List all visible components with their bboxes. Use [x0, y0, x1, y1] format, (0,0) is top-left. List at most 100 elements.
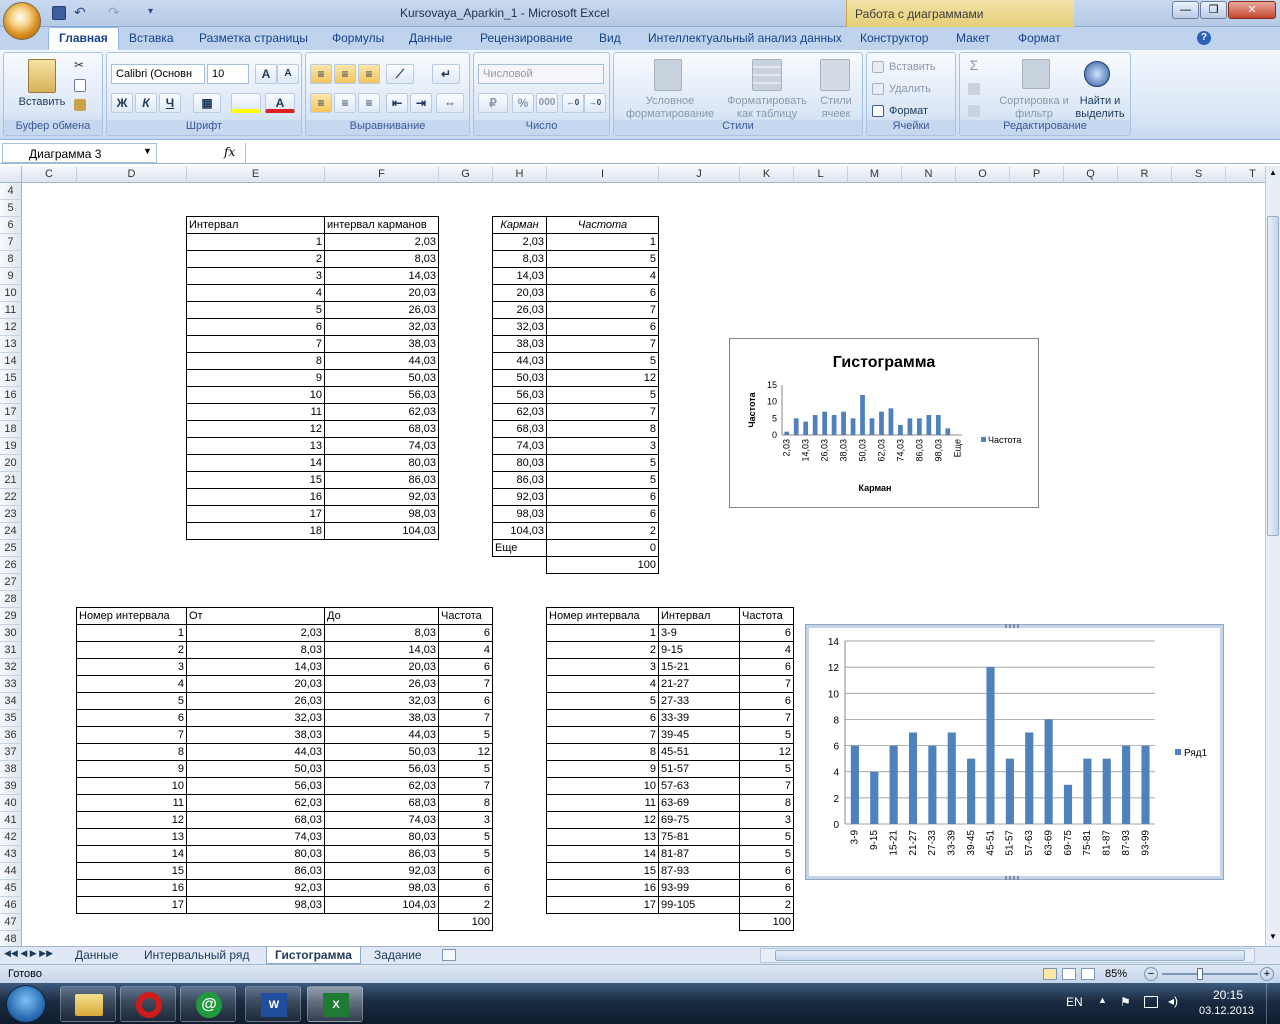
row-header[interactable]: 15 [0, 370, 22, 387]
office-button[interactable] [3, 2, 41, 40]
row-header[interactable]: 41 [0, 812, 22, 829]
close-button[interactable]: ✕ [1228, 1, 1276, 19]
row-header[interactable]: 21 [0, 472, 22, 489]
table4-header[interactable]: Номер интервала [546, 607, 659, 625]
table2-cell[interactable]: 4 [546, 267, 659, 285]
normal-view-icon[interactable] [1043, 968, 1057, 980]
table3-cell[interactable]: 68,03 [186, 811, 325, 829]
table3-cell[interactable]: 56,03 [324, 760, 439, 778]
tab-data[interactable]: Данные [409, 31, 452, 45]
table4-cell[interactable]: 27-33 [658, 692, 740, 710]
table2-cell[interactable]: 62,03 [492, 403, 547, 421]
table2-total[interactable]: 100 [546, 556, 659, 574]
tab-page-layout[interactable]: Разметка страницы [199, 31, 308, 45]
row-header[interactable]: 42 [0, 829, 22, 846]
table2-cell[interactable]: 86,03 [492, 471, 547, 489]
table3-cell[interactable]: 3 [438, 811, 493, 829]
table3-cell[interactable]: 11 [76, 794, 187, 812]
table3-cell[interactable]: 20,03 [324, 658, 439, 676]
table2-cell[interactable]: 8,03 [492, 250, 547, 268]
table1-cell[interactable]: 2 [186, 250, 325, 268]
table4-cell[interactable]: 4 [739, 641, 794, 659]
table3-header[interactable]: Номер интервала [76, 607, 187, 625]
clock-time[interactable]: 20:15 [1213, 988, 1243, 1002]
table3-cell[interactable]: 5 [438, 845, 493, 863]
table3-cell[interactable]: 12 [438, 743, 493, 761]
row-header[interactable]: 48 [0, 931, 22, 946]
table3-cell[interactable]: 62,03 [324, 777, 439, 795]
table1-cell[interactable]: 20,03 [324, 284, 439, 302]
table2-cell[interactable]: Еще [492, 539, 547, 557]
table2-cell[interactable]: 1 [546, 233, 659, 251]
align-top-icon[interactable]: ≡ [310, 64, 332, 84]
tab-format[interactable]: Формат [1018, 31, 1061, 45]
fill-icon[interactable] [968, 83, 980, 95]
scroll-thumb[interactable] [1267, 216, 1279, 536]
taskbar-word[interactable]: W [245, 986, 301, 1022]
table3-cell[interactable]: 7 [438, 709, 493, 727]
table1-cell[interactable]: 8 [186, 352, 325, 370]
worksheet-grid[interactable]: CDEFGHIJKLMNOPQRST 4 5 6 7 8 9 10 11 12 13 14 15 16 1… [0, 166, 1265, 946]
grow-font-button[interactable]: A [255, 64, 277, 84]
table2-cell[interactable]: 0 [546, 539, 659, 557]
table2-cell[interactable]: 3 [546, 437, 659, 455]
table4-cell[interactable]: 45-51 [658, 743, 740, 761]
row-header[interactable]: 45 [0, 880, 22, 897]
table2-cell[interactable]: 6 [546, 488, 659, 506]
row-header[interactable]: 18 [0, 421, 22, 438]
sheet-tab-task[interactable]: Задание [366, 947, 430, 964]
table3-cell[interactable]: 6 [76, 709, 187, 727]
table4-cell[interactable]: 5 [739, 726, 794, 744]
copy-icon[interactable] [74, 79, 86, 92]
table3-cell[interactable]: 7 [76, 726, 187, 744]
paste-icon[interactable] [28, 59, 56, 93]
table3-cell[interactable]: 44,03 [186, 743, 325, 761]
row-header[interactable]: 4 [0, 183, 22, 200]
chevron-down-icon[interactable]: ▼ [143, 146, 152, 156]
row-header[interactable]: 8 [0, 251, 22, 268]
help-icon[interactable]: ? [1197, 31, 1211, 45]
table2-cell[interactable]: 80,03 [492, 454, 547, 472]
table4-cell[interactable]: 8 [546, 743, 659, 761]
row-header[interactable]: 5 [0, 200, 22, 217]
sheet-tab-interval[interactable]: Интервальный ряд [136, 947, 257, 964]
table4-cell[interactable]: 2 [546, 641, 659, 659]
column-header[interactable]: H [493, 166, 547, 183]
row-header[interactable]: 36 [0, 727, 22, 744]
row-header[interactable]: 43 [0, 846, 22, 863]
row-header[interactable]: 22 [0, 489, 22, 506]
column-header[interactable]: P [1010, 166, 1064, 183]
minimize-button[interactable]: — [1172, 1, 1199, 19]
cell-styles-button[interactable]: Стили ячеек [814, 95, 858, 121]
column-header[interactable]: D [77, 166, 187, 183]
row-header[interactable]: 39 [0, 778, 22, 795]
table4-cell[interactable]: 9 [546, 760, 659, 778]
table1-cell[interactable]: 62,03 [324, 403, 439, 421]
table4-cell[interactable]: 51-57 [658, 760, 740, 778]
increase-indent-icon[interactable]: ⇥ [410, 93, 432, 113]
tab-review[interactable]: Рецензирование [480, 31, 573, 45]
table4-cell[interactable]: 3 [739, 811, 794, 829]
table1-cell[interactable]: 16 [186, 488, 325, 506]
shrink-font-button[interactable]: A [277, 64, 299, 84]
table3-cell[interactable]: 15 [76, 862, 187, 880]
number-format-select[interactable]: Числовой [478, 64, 604, 84]
table2-cell[interactable]: 104,03 [492, 522, 547, 540]
horizontal-scrollbar[interactable] [760, 948, 1255, 963]
table1-cell[interactable]: 86,03 [324, 471, 439, 489]
table4-cell[interactable]: 12 [739, 743, 794, 761]
table4-cell[interactable]: 7 [739, 777, 794, 795]
table4-cell[interactable]: 13 [546, 828, 659, 846]
table4-cell[interactable]: 10 [546, 777, 659, 795]
table4-cell[interactable]: 33-39 [658, 709, 740, 727]
table2-cell[interactable]: 98,03 [492, 505, 547, 523]
table4-cell[interactable]: 14 [546, 845, 659, 863]
fx-button[interactable]: fx [224, 145, 235, 159]
histogram-chart[interactable]: Гистограмма 0 5 10 15 2,03 14,03 26,03 38,03 50,0… [729, 338, 1039, 508]
table3-cell[interactable]: 6 [438, 624, 493, 642]
row-header[interactable]: 26 [0, 557, 22, 574]
find-select-button[interactable]: Найти и выделить [1070, 95, 1130, 121]
table3-cell[interactable]: 74,03 [186, 828, 325, 846]
table3-cell[interactable]: 8 [438, 794, 493, 812]
format-painter-icon[interactable] [74, 99, 86, 111]
